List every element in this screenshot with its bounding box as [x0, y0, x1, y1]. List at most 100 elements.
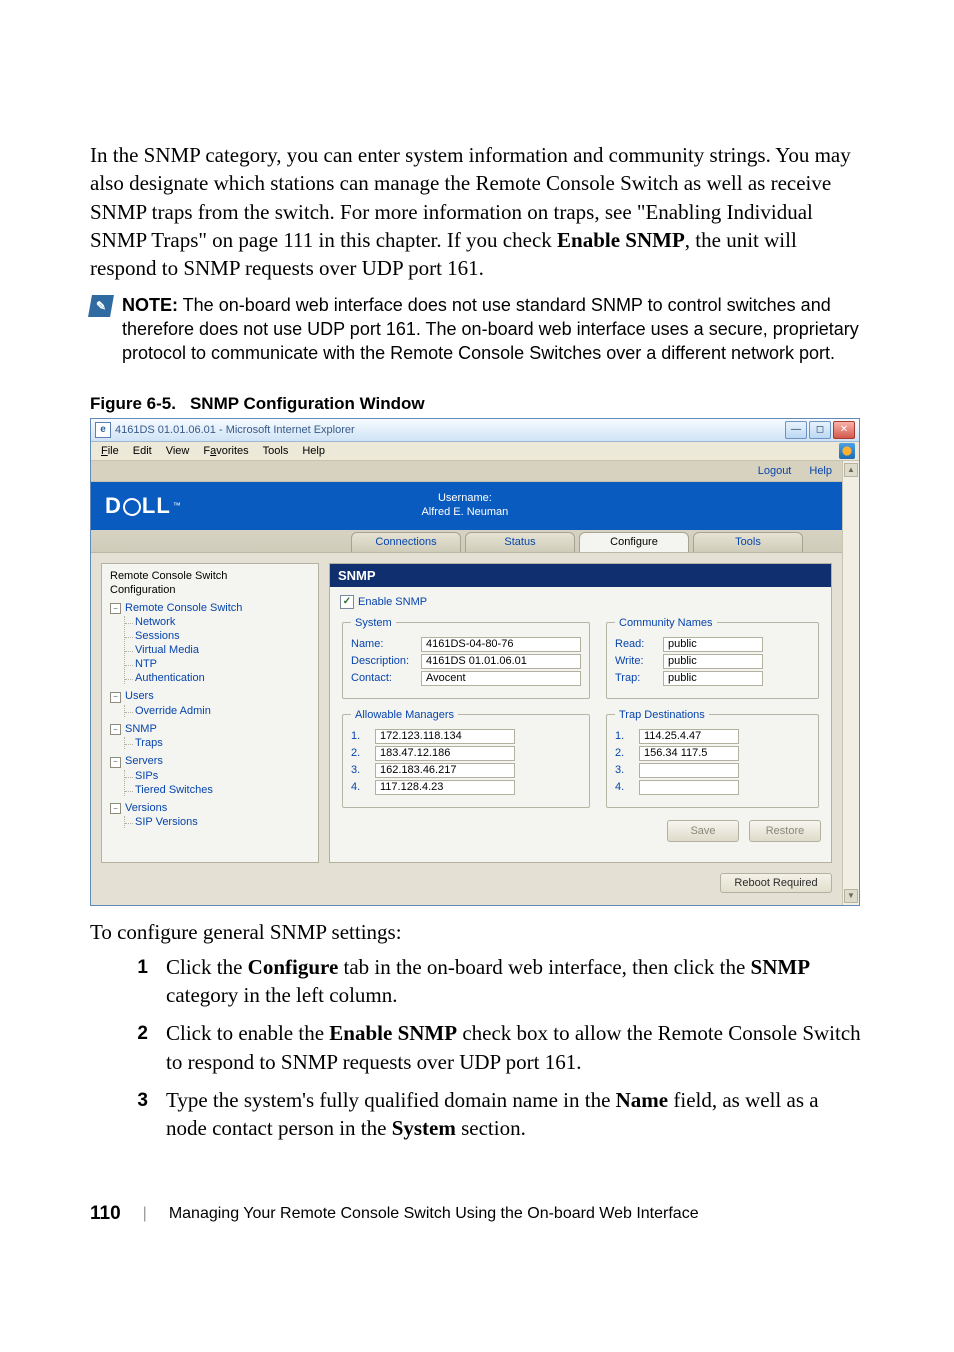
note-label: NOTE:	[122, 295, 178, 315]
brand-banner: DLL™ Username: Alfred E. Neuman	[91, 482, 842, 530]
nav-tree: −Remote Console Switch Network Sessions …	[110, 602, 310, 829]
manager-2-input[interactable]	[375, 746, 515, 761]
intro-bold: Enable SNMP	[557, 228, 685, 252]
chapter-title: Managing Your Remote Console Switch Usin…	[169, 1205, 699, 1223]
tree-network[interactable]: Network	[135, 616, 175, 628]
scroll-down-icon[interactable]: ▼	[844, 889, 858, 903]
intro-paragraph: In the SNMP category, you can enter syst…	[90, 141, 864, 283]
name-input[interactable]	[421, 637, 581, 652]
trap-input[interactable]	[663, 671, 763, 686]
contact-input[interactable]	[421, 671, 581, 686]
footer-divider: |	[143, 1205, 147, 1223]
top-link-strip: Logout Help	[91, 461, 842, 482]
trap-label: Trap:	[615, 672, 655, 684]
tree-sips[interactable]: SIPs	[135, 770, 158, 782]
td-num: 1.	[615, 730, 631, 742]
tree-tiered[interactable]: Tiered Switches	[135, 784, 213, 796]
managers-fieldset: Allowable Managers 1. 2. 3. 4.	[342, 709, 590, 808]
tree-toggle-icon[interactable]: −	[110, 803, 121, 814]
menu-help[interactable]: Help	[296, 444, 331, 458]
tab-status[interactable]: Status	[465, 532, 575, 552]
desc-label: Description:	[351, 655, 413, 667]
ie-logo-icon	[839, 443, 855, 459]
tree-versions[interactable]: Versions	[125, 802, 167, 814]
close-button[interactable]: ✕	[833, 421, 855, 439]
menu-file[interactable]: File	[95, 444, 125, 458]
enable-snmp-checkbox[interactable]: ✓	[340, 595, 354, 609]
tab-tools[interactable]: Tools	[693, 532, 803, 552]
tree-virtual-media[interactable]: Virtual Media	[135, 644, 199, 656]
help-link[interactable]: Help	[809, 465, 832, 477]
minimize-button[interactable]: —	[785, 421, 807, 439]
step-3: 3 Type the system's fully qualified doma…	[130, 1086, 864, 1143]
tree-root[interactable]: Remote Console Switch	[125, 602, 242, 614]
menu-tools[interactable]: Tools	[257, 444, 295, 458]
tree-authentication[interactable]: Authentication	[135, 672, 205, 684]
note-text: NOTE: The on-board web interface does no…	[122, 293, 864, 366]
step-1: 1 Click the Configure tab in the on-boar…	[130, 953, 864, 1010]
form-header: SNMP	[330, 564, 831, 587]
system-legend: System	[351, 617, 396, 629]
reboot-required-button[interactable]: Reboot Required	[720, 873, 832, 893]
vertical-scrollbar[interactable]: ▲ ▼	[842, 461, 859, 905]
write-label: Write:	[615, 655, 655, 667]
tab-connections[interactable]: Connections	[351, 532, 461, 552]
page-number: 110	[90, 1203, 121, 1225]
figure-caption: Figure 6-5. SNMP Configuration Window	[90, 394, 864, 414]
name-label: Name:	[351, 638, 413, 650]
mgr-num: 2.	[351, 747, 367, 759]
tree-toggle-icon[interactable]: −	[110, 603, 121, 614]
menu-edit[interactable]: Edit	[127, 444, 158, 458]
dell-logo: DLL™	[105, 493, 182, 519]
manager-3-input[interactable]	[375, 763, 515, 778]
menubar: File Edit View Favorites Tools Help	[91, 442, 859, 461]
trapdest-1-input[interactable]	[639, 729, 739, 744]
step-2: 2 Click to enable the Enable SNMP check …	[130, 1019, 864, 1076]
figure-title: SNMP Configuration Window	[190, 394, 425, 413]
tree-title-2: Configuration	[110, 584, 310, 596]
tree-traps[interactable]: Traps	[135, 737, 163, 749]
tree-toggle-icon[interactable]: −	[110, 757, 121, 768]
trapdest-3-input[interactable]	[639, 763, 739, 778]
form-panel: SNMP ✓ Enable SNMP System	[329, 563, 832, 863]
tree-users[interactable]: Users	[125, 690, 154, 702]
enable-snmp-label: Enable SNMP	[358, 596, 427, 608]
figure-number: Figure 6-5.	[90, 394, 176, 413]
tree-servers[interactable]: Servers	[125, 755, 163, 767]
steps-intro: To configure general SNMP settings:	[90, 920, 864, 945]
username-value: Alfred E. Neuman	[182, 506, 748, 519]
trapdest-4-input[interactable]	[639, 780, 739, 795]
maximize-button[interactable]: ◻	[809, 421, 831, 439]
community-legend: Community Names	[615, 617, 717, 629]
menu-favorites[interactable]: Favorites	[197, 444, 254, 458]
tree-toggle-icon[interactable]: −	[110, 692, 121, 703]
read-input[interactable]	[663, 637, 763, 652]
community-fieldset: Community Names Read: Write: Trap:	[606, 617, 819, 699]
manager-1-input[interactable]	[375, 729, 515, 744]
step-number: 2	[130, 1019, 148, 1076]
tab-configure[interactable]: Configure	[579, 532, 689, 552]
td-num: 3.	[615, 764, 631, 776]
tree-panel: Remote Console Switch Configuration −Rem…	[101, 563, 319, 863]
restore-button[interactable]: Restore	[749, 820, 821, 842]
note-body: The on-board web interface does not use …	[122, 295, 859, 364]
save-button[interactable]: Save	[667, 820, 739, 842]
trapdest-2-input[interactable]	[639, 746, 739, 761]
tree-snmp[interactable]: SNMP	[125, 723, 157, 735]
tree-sessions[interactable]: Sessions	[135, 630, 180, 642]
read-label: Read:	[615, 638, 655, 650]
write-input[interactable]	[663, 654, 763, 669]
menu-view[interactable]: View	[160, 444, 196, 458]
mgr-num: 4.	[351, 781, 367, 793]
logout-link[interactable]: Logout	[758, 465, 792, 477]
manager-4-input[interactable]	[375, 780, 515, 795]
tree-toggle-icon[interactable]: −	[110, 724, 121, 735]
tree-override-admin[interactable]: Override Admin	[135, 705, 211, 717]
tree-sip-versions[interactable]: SIP Versions	[135, 816, 198, 828]
desc-input[interactable]	[421, 654, 581, 669]
screenshot-window: e 4161DS 01.01.06.01 - Microsoft Interne…	[90, 418, 860, 906]
tree-ntp[interactable]: NTP	[135, 658, 157, 670]
scroll-up-icon[interactable]: ▲	[844, 463, 858, 477]
tab-row: Connections Status Configure Tools	[91, 530, 842, 553]
steps-list: 1 Click the Configure tab in the on-boar…	[130, 953, 864, 1143]
